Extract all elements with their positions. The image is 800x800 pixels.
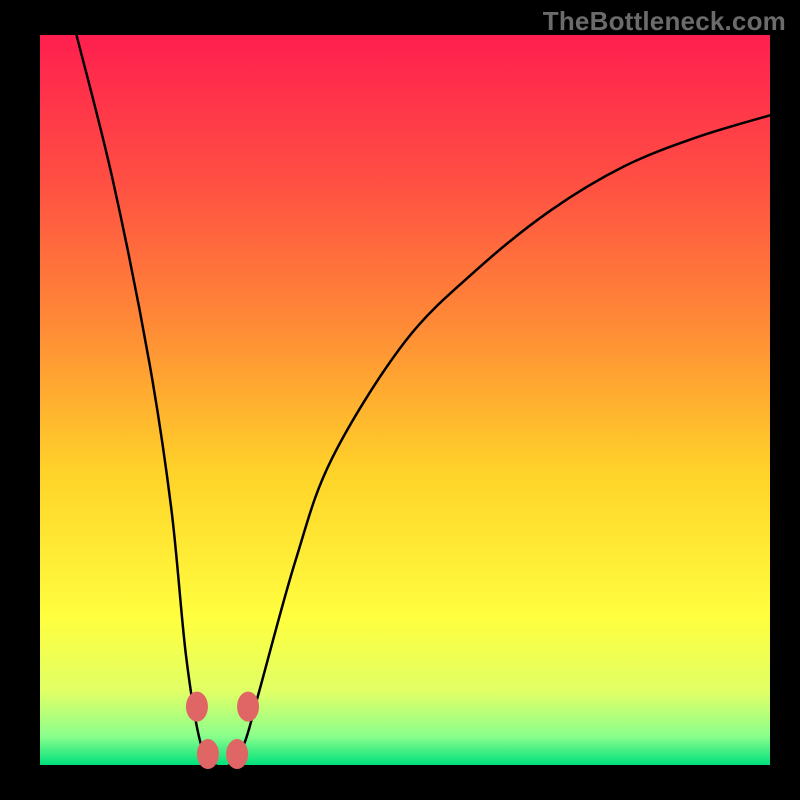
curve-marker [226,739,248,769]
bottleneck-curve [77,35,771,768]
curve-marker [197,739,219,769]
curve-marker [186,692,208,722]
curve-layer [40,35,770,765]
chart-frame: TheBottleneck.com [0,0,800,800]
plot-area [40,35,770,765]
watermark-text: TheBottleneck.com [543,6,786,37]
curve-marker [237,692,259,722]
